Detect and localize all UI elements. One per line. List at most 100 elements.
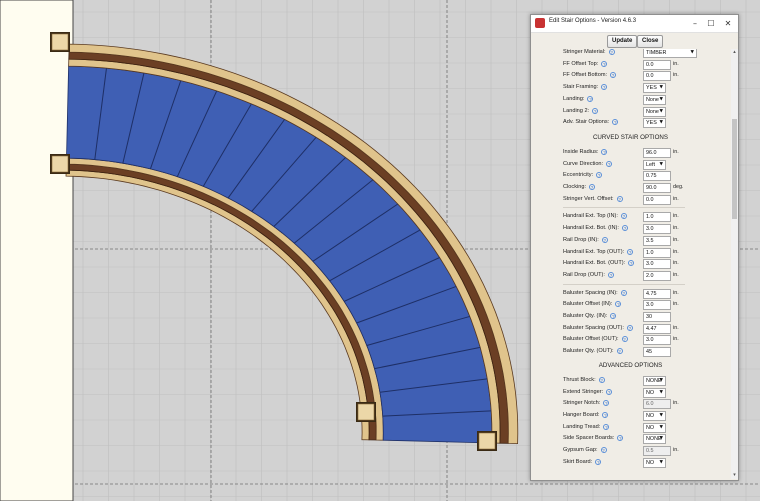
rail-drop-out-input[interactable]: 2.0 <box>643 270 671 281</box>
inside-radius-input[interactable]: 96.0 <box>643 147 671 158</box>
scroll-up-icon[interactable]: ▴ <box>731 49 738 56</box>
help-icon[interactable]: ? <box>606 160 613 167</box>
option-label: Stair Framing:? <box>563 84 608 91</box>
landing-select[interactable]: None ▼ <box>643 94 666 105</box>
option-label: Baluster Spacing (OUT):? <box>563 324 633 331</box>
rail-drop-in-input[interactable]: 3.5 <box>643 235 671 246</box>
help-icon[interactable]: ? <box>601 148 608 155</box>
help-icon[interactable]: ? <box>612 119 619 126</box>
help-icon[interactable]: ? <box>595 458 602 465</box>
option-label-text: Baluster Qty. (OUT): <box>563 348 614 355</box>
help-icon[interactable]: ? <box>616 195 623 202</box>
help-icon[interactable]: ? <box>628 260 635 267</box>
scroll-down-icon[interactable]: ▾ <box>731 472 738 479</box>
unit-label: in. <box>673 271 679 278</box>
handrail-ext-bot-out-input[interactable]: 3.0 <box>643 259 671 270</box>
help-icon[interactable]: ? <box>603 400 610 407</box>
baluster-offset-in-input[interactable]: 3.0 <box>643 300 671 311</box>
option-label-text: Rail Drop (OUT): <box>563 271 605 278</box>
help-icon[interactable]: ? <box>616 348 623 355</box>
ff-offset-top-input[interactable]: 0.0 <box>643 59 671 70</box>
help-icon[interactable]: ? <box>606 388 613 395</box>
help-icon[interactable]: ? <box>601 236 608 243</box>
help-icon[interactable]: ? <box>592 107 599 114</box>
baluster-qty-in-input[interactable]: 30 <box>643 312 671 322</box>
newel-post-top-outer-cap <box>51 33 69 51</box>
option-row-handrail-ext-bot-in: Handrail Ext. Bot. (IN):? 3.0 in. <box>531 223 730 235</box>
option-label: Extend Stringer:? <box>563 388 613 395</box>
help-icon[interactable]: ? <box>610 72 617 79</box>
help-icon[interactable]: ? <box>621 225 628 232</box>
help-icon[interactable]: ? <box>600 447 607 453</box>
option-label-text: Landing Tread: <box>563 423 601 430</box>
baluster-offset-out-input[interactable]: 3.0 <box>643 335 671 346</box>
help-icon[interactable]: ? <box>608 49 615 55</box>
help-icon[interactable]: ? <box>617 435 624 442</box>
baluster-spacing-out-input[interactable]: 4.47 <box>643 323 671 334</box>
handrail-ext-top-in-input[interactable]: 1.0 <box>643 212 671 223</box>
stringer-vert-offset-input[interactable]: 0.0 <box>643 194 671 205</box>
side-spacer-boards-select[interactable]: NONE ▼ <box>643 434 666 445</box>
help-icon[interactable]: ? <box>596 172 603 179</box>
curve-direction-select[interactable]: Left ▼ <box>643 159 666 170</box>
skirt-board-select[interactable]: NO ▼ <box>643 457 666 468</box>
option-label: Rail Drop (OUT):? <box>563 271 614 278</box>
help-icon[interactable]: ? <box>620 213 627 220</box>
help-icon[interactable]: ? <box>615 301 622 308</box>
help-icon[interactable]: ? <box>626 324 633 331</box>
scroll-thumb[interactable] <box>732 119 737 219</box>
option-row-baluster-spacing-out: Baluster Spacing (OUT):? 4.47 in. <box>531 323 730 334</box>
option-row-ff-offset-top: FF Offset Top:? 0.0 in. <box>531 59 730 70</box>
help-icon[interactable]: ? <box>607 271 614 278</box>
close-button[interactable]: Close <box>637 35 664 48</box>
handrail-ext-bot-in-input[interactable]: 3.0 <box>643 224 671 235</box>
dialog-titlebar[interactable]: Edit Stair Options - Version 4.6.3 – ☐ ✕ <box>531 15 738 33</box>
extend-stringer-select[interactable]: NO ▼ <box>643 387 666 398</box>
clocking-input[interactable]: 90.0 <box>643 183 671 193</box>
newel-post-bottom-inner-cap <box>357 403 375 421</box>
help-icon[interactable]: ? <box>598 376 605 383</box>
help-icon[interactable]: ? <box>601 60 608 67</box>
option-label-text: Adv. Stair Options: <box>563 119 610 126</box>
option-label: Curve Direction:? <box>563 160 613 167</box>
baluster-spacing-in-input[interactable]: 4.75 <box>643 288 671 299</box>
help-icon[interactable]: ? <box>621 336 628 343</box>
baluster-qty-out-input[interactable]: 45 <box>643 347 671 358</box>
help-icon[interactable]: ? <box>589 184 596 190</box>
divider <box>563 207 685 209</box>
close-icon[interactable]: ✕ <box>720 16 736 31</box>
stringer-material-select[interactable]: TIMBER ▼ <box>643 49 697 58</box>
option-label: Baluster Offset (OUT):? <box>563 336 628 343</box>
gypsum-gap-input[interactable]: 0.5 <box>643 446 671 456</box>
option-label-text: Stair Framing: <box>563 84 599 91</box>
thrust-block-select[interactable]: NONE ▼ <box>643 375 666 386</box>
hanger-board-select[interactable]: NO ▼ <box>643 410 666 421</box>
handrail-ext-top-out-input[interactable]: 1.0 <box>643 247 671 258</box>
maximize-icon[interactable]: ☐ <box>703 16 719 31</box>
option-label: Inside Radius:? <box>563 148 608 155</box>
help-icon[interactable]: ? <box>603 423 610 430</box>
landing-tread-select[interactable]: NO ▼ <box>643 422 666 433</box>
help-icon[interactable]: ? <box>610 313 617 319</box>
option-row-baluster-qty-out: Baluster Qty. (OUT):? 45 <box>531 346 730 358</box>
help-icon[interactable]: ? <box>602 411 609 418</box>
eccentricity-input[interactable]: 0.75 <box>643 171 671 182</box>
minimize-icon[interactable]: – <box>687 16 703 31</box>
help-icon[interactable]: ? <box>587 95 594 102</box>
option-label-text: Baluster Qty. (IN): <box>563 313 608 319</box>
help-icon[interactable]: ? <box>620 289 627 296</box>
select-value: YES <box>646 85 657 92</box>
stringer-notch-input[interactable]: 6.0 <box>643 399 671 410</box>
help-icon[interactable]: ? <box>601 84 608 91</box>
adv-stair-options-select[interactable]: YES ▼ <box>643 118 666 129</box>
landing-2-select[interactable]: None ▼ <box>643 106 666 117</box>
scrollbar[interactable]: ▴ ▾ <box>731 49 738 479</box>
option-row-baluster-qty-in: Baluster Qty. (IN):? 30 <box>531 311 730 322</box>
ff-offset-bottom-input[interactable]: 0.0 <box>643 71 671 82</box>
help-icon[interactable]: ? <box>627 248 634 255</box>
chevron-down-icon: ▼ <box>659 96 663 102</box>
option-row-eccentricity: Eccentricity:? 0.75 <box>531 170 730 182</box>
update-button[interactable]: Update <box>607 35 638 48</box>
stair-framing-select[interactable]: YES ▼ <box>643 83 666 94</box>
chevron-down-icon: ▼ <box>659 436 663 442</box>
